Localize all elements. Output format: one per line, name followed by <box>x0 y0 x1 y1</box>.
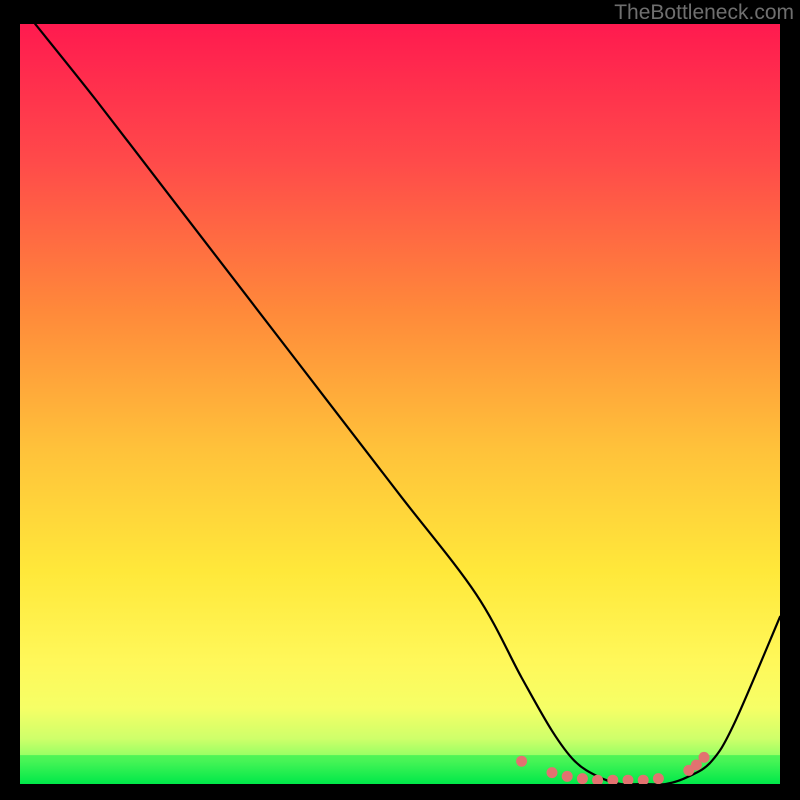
gradient-background <box>20 24 780 784</box>
plot-area <box>20 24 780 784</box>
valley-dot <box>577 773 588 784</box>
valley-dot <box>562 771 573 782</box>
attribution-text: TheBottleneck.com <box>614 1 794 25</box>
valley-dot <box>547 767 558 778</box>
green-optimal-band <box>20 755 780 784</box>
bottleneck-chart <box>20 24 780 784</box>
chart-stage: TheBottleneck.com <box>0 0 800 800</box>
valley-dot <box>699 752 710 763</box>
valley-dot <box>516 756 527 767</box>
valley-dot <box>653 773 664 784</box>
